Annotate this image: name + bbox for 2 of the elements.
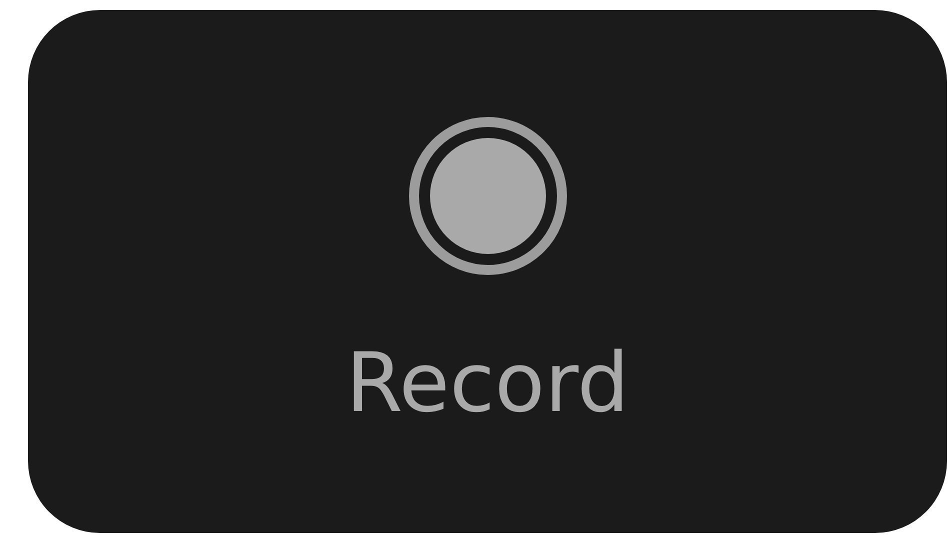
record-icon — [406, 115, 568, 277]
record-button[interactable]: Record — [28, 10, 947, 533]
